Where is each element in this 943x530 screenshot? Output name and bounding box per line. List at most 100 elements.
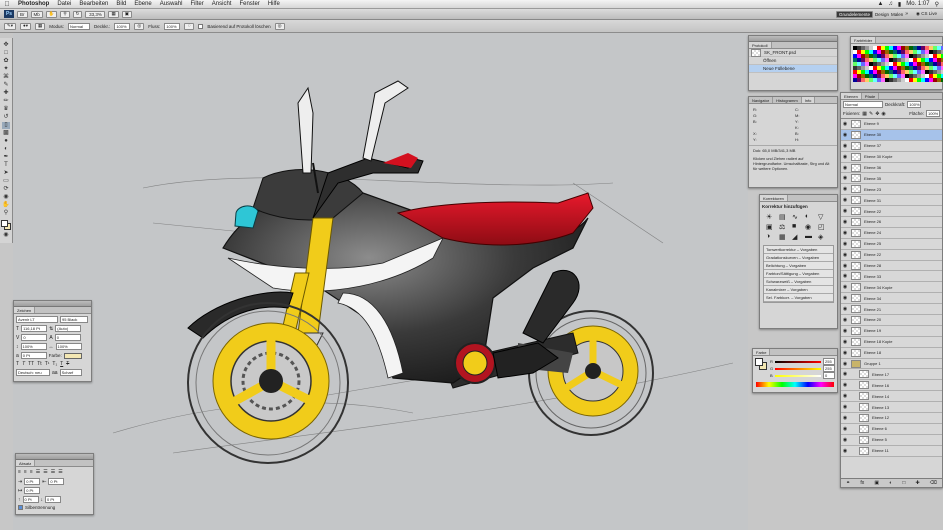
align-right-icon[interactable]: ≡ xyxy=(30,469,33,475)
swatch-cell[interactable] xyxy=(929,50,933,54)
preset-curves[interactable]: Gradationskurven – Vorgaben xyxy=(764,254,833,262)
swatch-cell[interactable] xyxy=(917,58,921,62)
layer-row[interactable]: ◉ Ebene 37 xyxy=(841,140,942,152)
swatch-cell[interactable] xyxy=(889,46,893,50)
swatch-cell[interactable] xyxy=(897,54,901,58)
language-select[interactable]: Deutsch: neu xyxy=(16,369,50,376)
visibility-eye-icon[interactable]: ◉ xyxy=(841,252,849,258)
vscale-field[interactable]: 100% xyxy=(20,343,47,350)
swatch-cell[interactable] xyxy=(869,50,873,54)
swatch-cell[interactable] xyxy=(877,70,881,74)
swatch-cell[interactable] xyxy=(853,50,857,54)
swatch-cell[interactable] xyxy=(885,54,889,58)
swatch-cell[interactable] xyxy=(877,62,881,66)
swatch-cell[interactable] xyxy=(889,74,893,78)
swatch-cell[interactable] xyxy=(881,50,885,54)
color-spectrum-bar[interactable] xyxy=(756,382,834,387)
swatch-cell[interactable] xyxy=(865,70,869,74)
swatch-cell[interactable] xyxy=(861,62,865,66)
swatch-cell[interactable] xyxy=(853,66,857,70)
menu-bild[interactable]: Bild xyxy=(112,1,130,7)
swatch-cell[interactable] xyxy=(877,46,881,50)
swatch-cell[interactable] xyxy=(905,46,909,50)
swatch-cell[interactable] xyxy=(921,46,925,50)
swatch-cell[interactable] xyxy=(857,70,861,74)
swatch-cell[interactable] xyxy=(913,58,917,62)
3d-rotate-tool-icon[interactable]: ⟳ xyxy=(2,186,10,193)
swatch-cell[interactable] xyxy=(921,58,925,62)
swatch-cell[interactable] xyxy=(869,54,873,58)
swatch-cell[interactable] xyxy=(873,58,877,62)
layer-row[interactable]: ◉ Ebene 9 xyxy=(841,119,942,130)
swatch-cell[interactable] xyxy=(925,70,929,74)
swatch-cell[interactable] xyxy=(917,62,921,66)
visibility-eye-icon[interactable]: ◉ xyxy=(841,154,849,160)
swatch-cell[interactable] xyxy=(925,78,929,82)
swatch-cell[interactable] xyxy=(917,50,921,54)
layer-row[interactable]: ◉ Ebene 22 xyxy=(841,249,942,261)
swatch-cell[interactable] xyxy=(873,54,877,58)
workspace-design[interactable]: Design xyxy=(875,12,889,17)
swatch-cell[interactable] xyxy=(913,46,917,50)
swatch-cell[interactable] xyxy=(861,58,865,62)
swatch-cell[interactable] xyxy=(905,58,909,62)
swatch-cell[interactable] xyxy=(925,58,929,62)
swatches-grid[interactable] xyxy=(851,44,943,84)
swatch-cell[interactable] xyxy=(901,66,905,70)
layer-row[interactable]: ◉ Ebene 25 xyxy=(841,238,942,250)
swatch-cell[interactable] xyxy=(913,66,917,70)
indent-right-field[interactable]: 0 Pt xyxy=(48,478,65,485)
swatch-cell[interactable] xyxy=(901,54,905,58)
swatch-cell[interactable] xyxy=(881,70,885,74)
brush-tool-icon[interactable]: ✏ xyxy=(2,98,10,105)
swatch-cell[interactable] xyxy=(893,46,897,50)
swatch-cell[interactable] xyxy=(933,78,937,82)
visibility-eye-icon[interactable]: ◉ xyxy=(841,284,849,290)
brush-panel-button[interactable]: ▦ xyxy=(35,22,46,30)
layer-row[interactable]: ◉ Ebene 23 xyxy=(841,184,942,196)
swatch-cell[interactable] xyxy=(909,78,913,82)
swatch-cell[interactable] xyxy=(869,58,873,62)
swatch-cell[interactable] xyxy=(925,54,929,58)
3d-camera-tool-icon[interactable]: ◉ xyxy=(2,194,10,201)
swatch-cell[interactable] xyxy=(865,74,869,78)
color-swatches[interactable] xyxy=(0,220,12,231)
swatch-cell[interactable] xyxy=(937,50,941,54)
swatch-cell[interactable] xyxy=(881,46,885,50)
swatch-cell[interactable] xyxy=(857,62,861,66)
visibility-eye-icon[interactable]: ◉ xyxy=(841,382,849,388)
swatch-cell[interactable] xyxy=(929,74,933,78)
blur-tool-icon[interactable]: ● xyxy=(2,138,10,145)
erase-history-checkbox[interactable] xyxy=(198,23,204,29)
swatch-cell[interactable] xyxy=(921,74,925,78)
layer-row[interactable]: ◉ Ebene 13 xyxy=(841,402,942,414)
spotlight-icon[interactable]: ⚲ xyxy=(935,1,939,8)
history-item-open[interactable]: Öffnen xyxy=(749,57,837,65)
visibility-eye-icon[interactable]: ◉ xyxy=(841,295,849,301)
visibility-eye-icon[interactable]: ◉ xyxy=(841,328,849,334)
opacity-field[interactable]: 100% xyxy=(114,22,131,30)
swatch-cell[interactable] xyxy=(937,62,941,66)
visibility-eye-icon[interactable]: ◉ xyxy=(841,317,849,323)
layer-row[interactable]: ◉ Ebene 22 xyxy=(841,206,942,218)
tab-info[interactable]: Info xyxy=(801,97,816,103)
swatch-cell[interactable] xyxy=(917,46,921,50)
visibility-eye-icon[interactable]: ◉ xyxy=(841,241,849,247)
layer-row[interactable]: ◉ Ebene 30 xyxy=(841,129,942,141)
justify-last-right-icon[interactable]: ☰ xyxy=(51,469,55,475)
swatch-cell[interactable] xyxy=(893,66,897,70)
swatch-cell[interactable] xyxy=(857,54,861,58)
history-item-fill-layer[interactable]: Neue Füllebene xyxy=(749,65,837,73)
layer-row[interactable]: ◉ Ebene 5 xyxy=(841,434,942,446)
threshold-icon[interactable]: ◢ xyxy=(792,233,803,241)
swatch-cell[interactable] xyxy=(877,78,881,82)
swatch-cell[interactable] xyxy=(881,74,885,78)
arrange-documents-button[interactable]: ▦ xyxy=(108,10,119,18)
visibility-eye-icon[interactable]: ◉ xyxy=(841,208,849,214)
swatch-cell[interactable] xyxy=(853,70,857,74)
swatch-cell[interactable] xyxy=(917,54,921,58)
swatch-cell[interactable] xyxy=(861,74,865,78)
cs-live-button[interactable]: ◉ CS Live xyxy=(916,11,937,17)
document-canvas[interactable] xyxy=(13,33,748,530)
swatch-cell[interactable] xyxy=(917,66,921,70)
